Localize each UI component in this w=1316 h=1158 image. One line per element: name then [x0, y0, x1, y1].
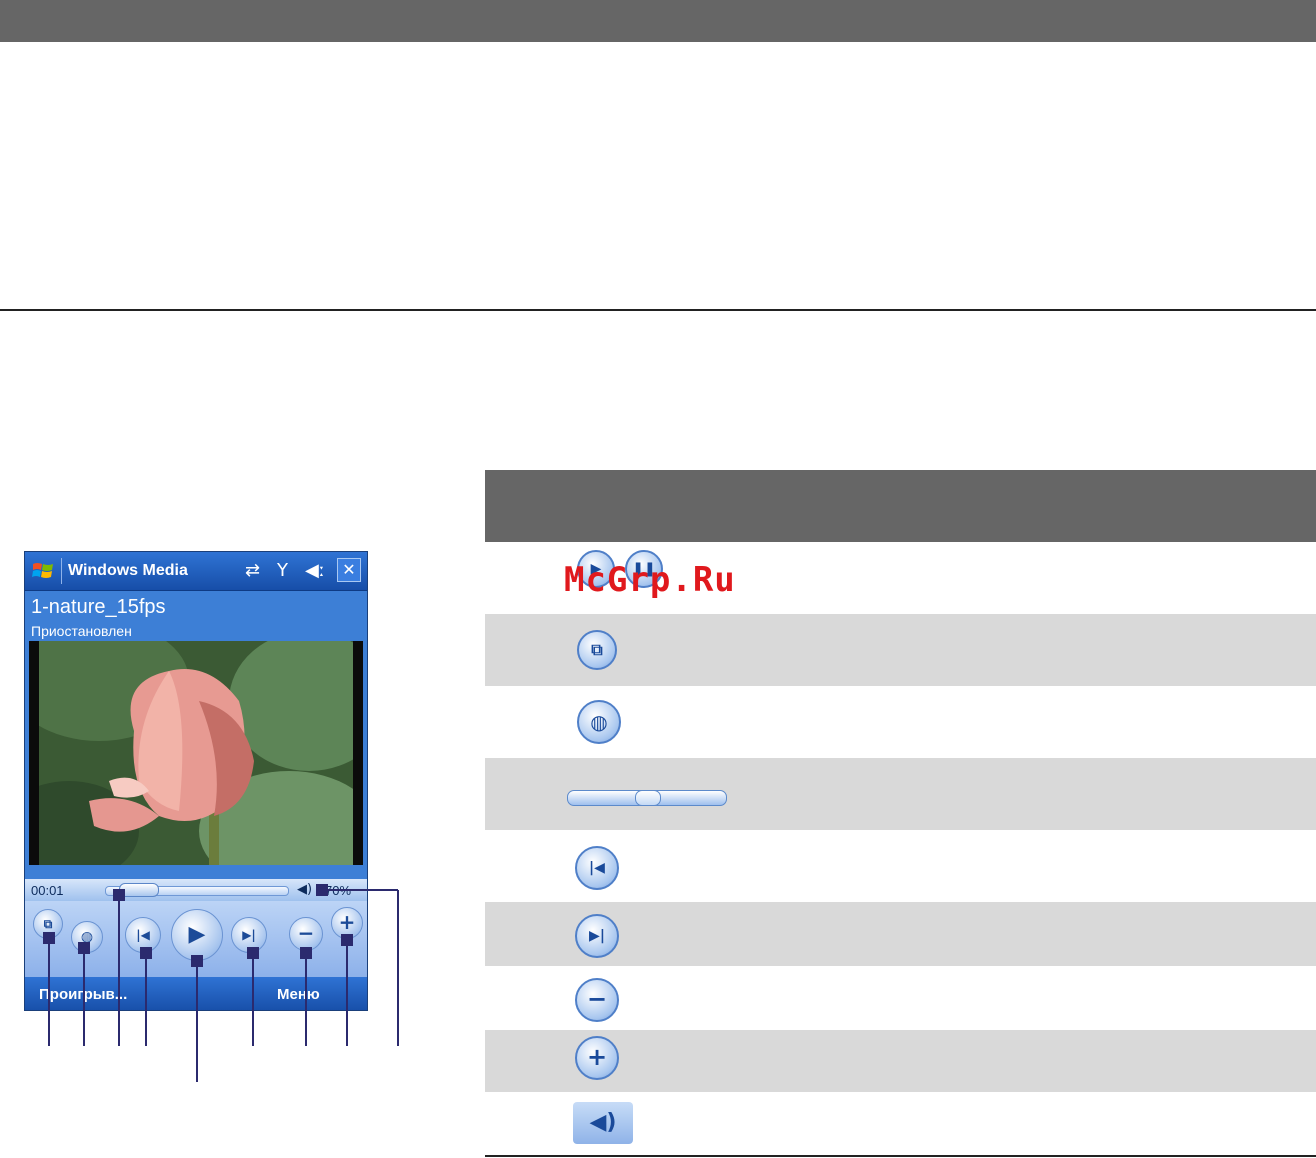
play-icon: ▶	[188, 922, 206, 947]
track-name: 1-nature_15fps	[31, 596, 166, 618]
full-screen-button[interactable]: ⧉	[33, 909, 63, 939]
media-player-screenshot: Windows Media ⇄ Y ◀ː ✕ 1-nature_15fps Пр…	[24, 551, 368, 1011]
previous-icon: |◀	[136, 928, 150, 942]
windows-start-icon[interactable]	[31, 559, 55, 583]
seek-bar-thumb-icon	[635, 790, 661, 806]
table-row: −	[485, 966, 1316, 1030]
soft-key-left[interactable]: Проигрыв...	[39, 986, 127, 1003]
web-icon: ◍	[80, 929, 94, 945]
next-button[interactable]: ▶|	[231, 917, 267, 953]
title-bar: Windows Media ⇄ Y ◀ː ✕	[25, 552, 367, 591]
table-row: ◀)	[485, 1092, 1316, 1155]
table-row: ◍	[485, 686, 1316, 758]
section-divider	[0, 309, 1316, 311]
table-header	[485, 470, 1316, 542]
volume-up-icon: +	[338, 910, 356, 934]
watermark: McGrp.Ru	[564, 560, 736, 600]
volume-up-icon: +	[575, 1036, 619, 1080]
seek-bar-thumb[interactable]	[119, 883, 160, 897]
volume-down-icon: −	[297, 921, 315, 945]
title-separator	[61, 558, 62, 584]
table-row: |◀	[485, 830, 1316, 902]
table-row	[485, 758, 1316, 830]
top-header-bar	[0, 0, 1316, 42]
volume-down-button[interactable]: −	[289, 917, 323, 951]
volume-level-icon: ◀)	[297, 882, 313, 897]
play-button[interactable]: ▶	[171, 909, 223, 961]
window-title: Windows Media	[68, 562, 188, 579]
signal-icon[interactable]: Y	[277, 560, 288, 581]
soft-key-bar: Проигрыв... Меню	[25, 977, 367, 1010]
table-bottom-rule	[485, 1155, 1316, 1157]
speaker-icon[interactable]: ◀ː	[305, 560, 325, 581]
speaker-icon: ◀)	[573, 1102, 633, 1144]
web-button[interactable]: ◍	[71, 921, 103, 953]
table-row: ▶|	[485, 902, 1316, 966]
close-icon[interactable]: ✕	[337, 558, 361, 582]
full-screen-icon: ⧉	[43, 917, 53, 931]
table-row: ⧉	[485, 614, 1316, 686]
sync-icon[interactable]: ⇄	[245, 560, 260, 581]
track-status: Приостановлен	[31, 623, 132, 639]
volume-down-icon: −	[575, 978, 619, 1022]
full-screen-icon: ⧉	[577, 630, 617, 670]
next-icon: ▶|	[242, 928, 256, 942]
previous-icon: |◀	[575, 846, 619, 890]
web-icon: ◍	[577, 700, 621, 744]
progress-bar-area: 00:01 ◀) 70%	[25, 879, 367, 901]
previous-button[interactable]: |◀	[125, 917, 161, 953]
playback-controls: ⧉ ◍ |◀ ▶ ▶| − +	[25, 901, 367, 977]
soft-key-menu[interactable]: Меню	[277, 986, 320, 1003]
elapsed-time: 00:01	[31, 883, 64, 898]
volume-level: 70%	[325, 883, 352, 898]
table-row: +	[485, 1030, 1316, 1092]
next-icon: ▶|	[575, 914, 619, 958]
lotus-video-image	[39, 641, 353, 865]
video-frame[interactable]	[29, 641, 363, 865]
volume-up-button[interactable]: +	[331, 907, 363, 939]
